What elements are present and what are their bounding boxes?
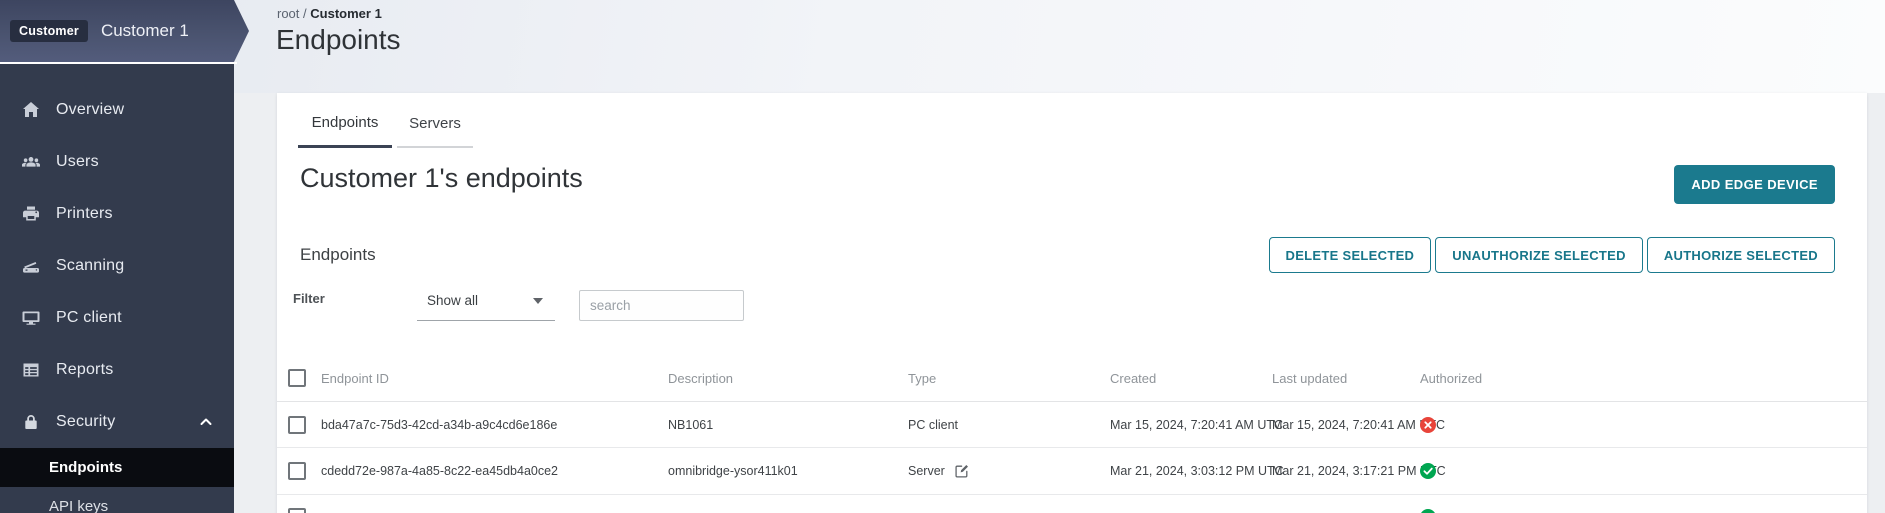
column-header-authorized: Authorized (1420, 355, 1482, 401)
created-cell: Mar 15, 2024, 7:20:41 AM UTC (1110, 402, 1283, 447)
monitor-icon (21, 308, 41, 328)
chevron-up-icon (198, 414, 214, 430)
home-icon (21, 100, 41, 120)
sidebar-item-reports[interactable]: Reports (0, 344, 234, 396)
table-row: bda47a7c-75d3-42cd-a34b-a9c4cd6e186e NB1… (277, 402, 1867, 448)
sidebar: Overview Users Printers (0, 0, 234, 513)
authorized-icon (1420, 463, 1436, 479)
authorized-icon (1420, 509, 1436, 513)
row-checkbox[interactable] (288, 508, 306, 513)
sidebar-item-label: Overview (56, 101, 124, 119)
sidebar-item-label: Printers (56, 205, 113, 223)
unauthorize-selected-button[interactable]: UNAUTHORIZE SELECTED (1435, 237, 1643, 273)
sidebar-item-overview[interactable]: Overview (0, 84, 234, 136)
type-cell: Server (908, 448, 970, 494)
type-cell: PC client (908, 402, 958, 447)
column-header-endpoint-id: Endpoint ID (321, 355, 389, 401)
customer-badge: Customer (10, 20, 88, 42)
endpoint-id-cell: bda47a7c-75d3-42cd-a34b-a9c4cd6e186e (321, 402, 557, 447)
add-edge-device-button[interactable]: ADD EDGE DEVICE (1674, 165, 1835, 204)
unauthorized-icon (1420, 417, 1436, 433)
created-cell: Mar 21, 2024, 3:03:12 PM UTC (1110, 448, 1284, 494)
lock-icon (21, 412, 41, 432)
sidebar-subitem-label: Endpoints (49, 459, 122, 476)
card-heading: Customer 1's endpoints (300, 163, 583, 194)
sidebar-item-api-keys[interactable]: API keys (0, 487, 234, 513)
description-cell: omnibridge-ysor411k01 (668, 448, 798, 494)
reports-icon (21, 360, 41, 380)
authorize-selected-button[interactable]: AUTHORIZE SELECTED (1647, 237, 1835, 273)
delete-selected-button[interactable]: DELETE SELECTED (1269, 237, 1432, 273)
printer-icon (21, 204, 41, 224)
page-title: Endpoints (276, 24, 401, 56)
breadcrumb: root / Customer 1 (277, 6, 382, 21)
users-icon (21, 152, 41, 172)
column-header-last-updated: Last updated (1272, 355, 1347, 401)
sidebar-item-endpoints[interactable]: Endpoints (0, 448, 234, 487)
sidebar-item-printers[interactable]: Printers (0, 188, 234, 240)
column-header-description: Description (668, 355, 733, 401)
screen: root / Customer 1 Endpoints Overview Use… (0, 0, 1885, 513)
content-card: Endpoints Servers Customer 1's endpoints… (277, 93, 1867, 513)
column-header-type: Type (908, 355, 936, 401)
sidebar-nav: Overview Users Printers (0, 84, 234, 513)
customer-banner: Customer Customer 1 (0, 0, 250, 62)
tab-servers[interactable]: Servers (397, 93, 473, 148)
description-cell: NB1061 (668, 402, 713, 447)
filter-dropdown[interactable]: Show all (417, 281, 555, 321)
sidebar-item-pc-client[interactable]: PC client (0, 292, 234, 344)
sidebar-item-scanning[interactable]: Scanning (0, 240, 234, 292)
edit-icon (954, 463, 970, 479)
table-row: cdedd72e-987a-4a85-8c22-ea45db4a0ce2 omn… (277, 448, 1867, 495)
filter-label: Filter (293, 291, 325, 306)
edit-type-button[interactable] (954, 463, 970, 479)
table-row-partial (277, 495, 1867, 513)
tab-bar: Endpoints Servers (298, 93, 473, 148)
sidebar-item-label: Users (56, 153, 99, 171)
sidebar-item-users[interactable]: Users (0, 136, 234, 188)
sidebar-item-label: Reports (56, 361, 113, 379)
tab-label: Endpoints (312, 114, 379, 131)
bulk-actions: DELETE SELECTED UNAUTHORIZE SELECTED AUT… (1269, 237, 1836, 273)
sidebar-item-security[interactable]: Security (0, 396, 234, 448)
breadcrumb-root[interactable]: root (277, 6, 299, 21)
endpoint-id-cell: cdedd72e-987a-4a85-8c22-ea45db4a0ce2 (321, 448, 558, 494)
customer-name: Customer 1 (101, 21, 189, 41)
column-header-created: Created (1110, 355, 1156, 401)
row-checkbox[interactable] (288, 416, 306, 434)
tab-label: Servers (409, 115, 461, 132)
caret-down-icon (533, 298, 543, 304)
type-text: Server (908, 464, 945, 478)
sidebar-item-label: PC client (56, 309, 122, 327)
banner-separator (0, 62, 237, 64)
section-title: Endpoints (300, 245, 376, 265)
select-all-checkbox[interactable] (288, 369, 306, 387)
tab-endpoints[interactable]: Endpoints (298, 93, 392, 148)
search-input[interactable] (579, 290, 744, 321)
row-checkbox[interactable] (288, 462, 306, 480)
breadcrumb-current: Customer 1 (310, 6, 382, 21)
scanner-icon (21, 256, 41, 276)
sidebar-item-label: Scanning (56, 257, 124, 275)
sidebar-item-label: Security (56, 413, 115, 431)
filter-dropdown-value: Show all (427, 293, 478, 308)
sidebar-subitem-label: API keys (49, 498, 108, 513)
table-header-row: Endpoint ID Description Type Created Las… (277, 355, 1867, 402)
